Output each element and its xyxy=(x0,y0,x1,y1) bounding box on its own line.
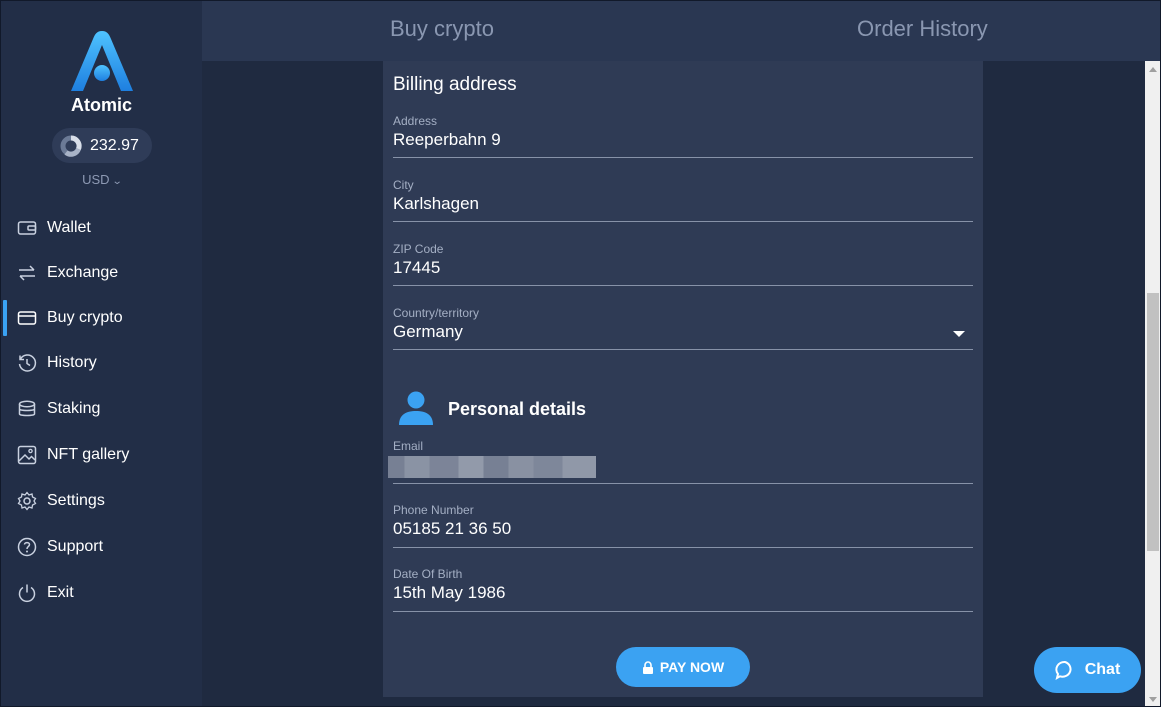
scrollbar[interactable] xyxy=(1145,61,1160,706)
image-icon xyxy=(17,445,37,465)
phone-number-label: Phone Number xyxy=(393,503,474,517)
phone-number-value: 05185 21 36 50 xyxy=(393,519,512,538)
address-label: Address xyxy=(393,114,438,128)
chevron-down-icon: ⌄ xyxy=(111,176,123,187)
atomic-logo-icon xyxy=(71,31,133,91)
power-icon xyxy=(18,584,36,603)
gear-icon xyxy=(17,491,37,511)
chat-label: Chat xyxy=(1084,661,1121,678)
country-label: Country/territory xyxy=(393,306,480,320)
top-tab-bar: Buy crypto Order History xyxy=(202,1,1160,61)
sidebar-item-buy-crypto[interactable]: Buy crypto xyxy=(1,300,202,336)
billing-address-title: Billing address xyxy=(393,74,517,95)
sidebar-item-support[interactable]: Support xyxy=(1,529,202,565)
zip-code-underline xyxy=(393,285,973,286)
sidebar-item-label: History xyxy=(47,354,97,371)
sidebar-item-label: Settings xyxy=(47,492,105,509)
sidebar-item-label: NFT gallery xyxy=(47,446,130,463)
email-value-redacted xyxy=(388,456,596,478)
zip-code-label: ZIP Code xyxy=(393,242,444,256)
app-window: Atomic 232.97 USD ⌄ Wallet Exchange Buy … xyxy=(0,0,1161,707)
sidebar-item-settings[interactable]: Settings xyxy=(1,483,202,519)
sidebar: Atomic 232.97 USD ⌄ Wallet Exchange Buy … xyxy=(1,1,202,706)
city-underline xyxy=(393,221,973,222)
date-of-birth-underline xyxy=(393,611,973,612)
currency-label: USD xyxy=(82,172,110,187)
address-value: Reeperbahn 9 xyxy=(393,130,501,149)
staking-icon xyxy=(18,400,36,417)
brand-name: Atomic xyxy=(70,95,132,115)
history-icon xyxy=(18,354,37,372)
help-icon xyxy=(17,537,37,557)
chat-bubble-icon xyxy=(1055,661,1072,680)
city-field[interactable]: City Karlshagen xyxy=(393,178,973,222)
email-underline xyxy=(393,483,973,484)
tab-order-history[interactable]: Order History xyxy=(857,16,988,42)
sidebar-item-wallet[interactable]: Wallet xyxy=(1,210,202,246)
country-select[interactable]: Country/territory Germany xyxy=(393,306,973,350)
dropdown-caret-icon[interactable] xyxy=(953,331,965,337)
sidebar-item-exchange[interactable]: Exchange xyxy=(1,255,202,291)
sidebar-item-label: Exit xyxy=(47,584,74,601)
sidebar-item-label: Staking xyxy=(47,400,101,417)
zip-code-value: 17445 xyxy=(393,258,441,277)
portfolio-ring-icon xyxy=(60,134,82,157)
sidebar-item-label: Exchange xyxy=(47,264,119,281)
phone-number-field[interactable]: Phone Number 05185 21 36 50 xyxy=(393,503,973,548)
email-field[interactable]: Email xyxy=(388,439,973,484)
date-of-birth-field[interactable]: Date Of Birth 15th May 1986 xyxy=(393,567,973,612)
wallet-icon xyxy=(17,221,37,235)
date-of-birth-label: Date Of Birth xyxy=(393,567,463,581)
balance-value: 232.97 xyxy=(90,136,139,154)
phone-number-underline xyxy=(393,547,973,548)
currency-selector[interactable]: USD ⌄ xyxy=(1,172,202,187)
country-underline xyxy=(393,349,973,350)
scroll-down-arrow-icon[interactable] xyxy=(1149,697,1157,702)
email-label: Email xyxy=(393,439,424,453)
chat-button[interactable]: Chat xyxy=(1034,647,1141,693)
balance-pill[interactable]: 232.97 xyxy=(52,128,152,163)
scroll-up-arrow-icon[interactable] xyxy=(1149,67,1157,72)
city-label: City xyxy=(393,178,414,192)
sidebar-item-label: Wallet xyxy=(47,219,91,236)
sidebar-item-exit[interactable]: Exit xyxy=(1,575,202,611)
country-value: Germany xyxy=(393,322,463,341)
sidebar-item-history[interactable]: History xyxy=(1,345,202,381)
sidebar-item-nft-gallery[interactable]: NFT gallery xyxy=(1,437,202,473)
person-icon xyxy=(399,391,433,425)
personal-details-title: Personal details xyxy=(448,399,587,419)
sidebar-item-staking[interactable]: Staking xyxy=(1,391,202,427)
pay-now-label: PAY NOW xyxy=(659,659,725,675)
date-of-birth-value: 15th May 1986 xyxy=(393,583,506,602)
sidebar-item-label: Support xyxy=(47,538,104,555)
lock-icon xyxy=(642,660,653,674)
card-icon xyxy=(17,311,37,325)
address-underline xyxy=(393,157,973,158)
city-value: Karlshagen xyxy=(393,194,480,213)
address-field[interactable]: Address Reeperbahn 9 xyxy=(393,114,973,158)
exchange-icon xyxy=(19,265,35,281)
scrollbar-thumb[interactable] xyxy=(1147,293,1159,551)
pay-now-button[interactable]: PAY NOW xyxy=(616,647,750,687)
zip-code-field[interactable]: ZIP Code 17445 xyxy=(393,242,973,286)
tab-buy-crypto[interactable]: Buy crypto xyxy=(390,16,494,42)
sidebar-item-label: Buy crypto xyxy=(47,309,123,326)
